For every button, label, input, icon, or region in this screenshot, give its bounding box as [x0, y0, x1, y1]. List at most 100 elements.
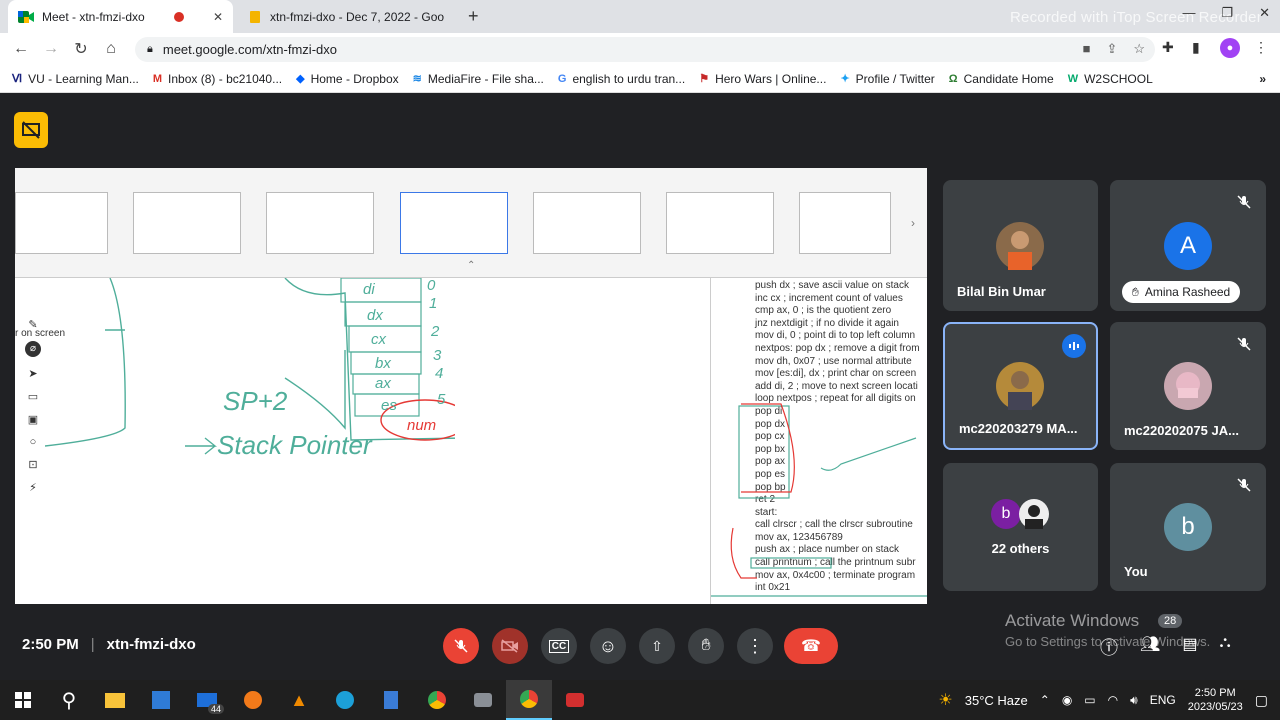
taskbar-edge[interactable]	[322, 680, 368, 720]
leave-call-button[interactable]: ☎︎	[784, 628, 838, 664]
taskbar-avast[interactable]	[230, 680, 276, 720]
language-indicator[interactable]: ENG	[1150, 693, 1176, 707]
tray-chevron-icon[interactable]: ⌃	[1040, 693, 1050, 707]
new-tab-button[interactable]: +	[468, 6, 479, 27]
taskbar-recorder[interactable]	[552, 680, 598, 720]
recorder-icon	[566, 693, 584, 707]
handwriting-sp: SP+2	[223, 386, 288, 416]
taskbar-chrome-active[interactable]	[506, 680, 552, 720]
bookmark-translate[interactable]: Genglish to urdu tran...	[558, 72, 685, 86]
notifications-icon[interactable]: ▢	[1255, 692, 1268, 709]
extensions-icon[interactable]: ✚	[1162, 39, 1174, 56]
slide-thumbnail[interactable]	[400, 192, 508, 254]
clock[interactable]: 2:50 PM 2023/05/23	[1188, 686, 1243, 714]
close-tab-icon[interactable]: ✕	[213, 10, 223, 24]
chat-icon[interactable]: ▤	[1182, 634, 1197, 660]
taskbar-vlc[interactable]: ▲	[276, 680, 322, 720]
slide-thumbnail[interactable]	[133, 192, 241, 254]
camera-app-icon	[474, 693, 492, 707]
reactions-button[interactable]: ☺	[590, 628, 626, 664]
volume-icon[interactable]: 🔊︎	[1130, 693, 1138, 708]
image-icon[interactable]: ▣	[28, 413, 38, 426]
slide-thumbnail[interactable]	[266, 192, 374, 254]
menu-icon[interactable]: ⋮	[1254, 39, 1268, 56]
taskbar-store[interactable]	[138, 680, 184, 720]
battery-icon[interactable]: ▭	[1084, 693, 1095, 707]
captions-button[interactable]: CC	[541, 628, 577, 664]
taskbar-calculator[interactable]	[368, 680, 414, 720]
restore-icon[interactable]: ❐	[1221, 5, 1233, 21]
more-bookmarks-icon[interactable]: »	[1259, 72, 1266, 86]
slide-thumbnail[interactable]	[15, 192, 108, 254]
circle-icon[interactable]: ○	[30, 436, 37, 448]
sidepanel-icon[interactable]: ▮	[1192, 39, 1200, 56]
bookmark-twitter[interactable]: ✦ Profile / Twitter	[840, 72, 934, 86]
bookmark-dropbox[interactable]: ◆ Home - Dropbox	[296, 72, 399, 86]
bookmark-candidate[interactable]: Ω Candidate Home	[949, 72, 1054, 86]
note-icon[interactable]: ▭	[28, 390, 38, 403]
mediafire-icon: ≋	[412, 73, 422, 85]
dropbox-icon: ◆	[296, 73, 305, 85]
participant-tile[interactable]: A ✋︎ Amina Rasheed	[1110, 180, 1266, 311]
participant-tile[interactable]: mc220202075 JA...	[1110, 322, 1266, 450]
back-icon[interactable]: ←	[6, 40, 36, 58]
taskbar-camera[interactable]	[460, 680, 506, 720]
tab-meet[interactable]: Meet - xtn-fmzi-dxo ✕	[8, 0, 233, 33]
share-icon[interactable]: ⇪	[1106, 41, 1117, 57]
participant-tile-others[interactable]: b 22 others	[943, 463, 1098, 591]
info-icon[interactable]: ⓘ	[1100, 634, 1118, 660]
profile-avatar[interactable]: ●	[1220, 38, 1240, 58]
start-button[interactable]	[0, 680, 46, 720]
bookmark-w2school[interactable]: W W2SCHOOL	[1068, 72, 1153, 86]
present-button[interactable]: ⇧	[639, 628, 675, 664]
mic-off-icon	[454, 639, 468, 653]
slide-thumbnail[interactable]	[799, 192, 891, 254]
taskbar-explorer[interactable]	[92, 680, 138, 720]
twitter-icon: ✦	[840, 73, 850, 85]
bookmark-inbox[interactable]: M Inbox (8) - bc21040...	[153, 72, 282, 86]
eraser-icon[interactable]: ⌀	[25, 341, 41, 357]
participant-photo	[996, 222, 1044, 270]
activities-icon[interactable]: ⛬	[1219, 634, 1230, 660]
wifi-icon[interactable]: ◠	[1108, 693, 1118, 707]
taskbar-chrome[interactable]	[414, 680, 460, 720]
taskbar-mail[interactable]: 44	[184, 680, 230, 720]
more-options-button[interactable]: ⋮	[737, 628, 773, 664]
raise-hand-button[interactable]: ✋︎	[688, 628, 724, 664]
presentation-indicator-button[interactable]	[14, 112, 48, 148]
pointer-icon[interactable]: ➤	[28, 367, 37, 380]
camera-toggle-button[interactable]	[492, 628, 528, 664]
close-window-icon[interactable]: ✕	[1259, 5, 1270, 21]
bookmark-vu[interactable]: Ⅵ VU - Learning Man...	[12, 72, 139, 86]
minimize-icon[interactable]: —	[1182, 5, 1195, 21]
bookmark-herowars[interactable]: ⚑ Hero Wars | Online...	[699, 72, 826, 86]
bookmark-star-icon[interactable]: ☆	[1133, 41, 1145, 57]
slide-thumbnail[interactable]	[533, 192, 641, 254]
store-icon	[152, 691, 170, 709]
forward-icon[interactable]: →	[36, 40, 66, 58]
laser-icon[interactable]: ⚡︎	[29, 481, 37, 494]
vlc-icon: ▲	[290, 689, 308, 710]
tab-recording[interactable]: xtn-fmzi-dxo - Dec 7, 2022 - Goo	[238, 0, 463, 33]
collapse-chevron-icon[interactable]: ⌃	[467, 260, 475, 271]
bookmark-mediafire[interactable]: ≋ MediaFire - File sha...	[413, 72, 544, 86]
stack-index: 2	[430, 323, 440, 340]
microphone-toggle-button[interactable]	[443, 628, 479, 664]
select-icon[interactable]: ⊡	[28, 458, 37, 471]
weather-text[interactable]: 35°C Haze	[965, 693, 1028, 708]
meet-tray-icon[interactable]: ◉	[1062, 693, 1072, 707]
search-button[interactable]: ⚲	[46, 680, 92, 720]
participant-tile[interactable]: Bilal Bin Umar	[943, 180, 1098, 311]
camera-icon[interactable]: ■	[1083, 41, 1091, 57]
url-field[interactable]: 🔒︎ meet.google.com/xtn-fmzi-dxo ■ ⇪ ☆	[135, 37, 1155, 62]
participant-tile-self[interactable]: b You	[1110, 463, 1266, 591]
slide-thumbnail[interactable]	[666, 192, 774, 254]
participant-tile[interactable]: mc220203279 MA...	[943, 322, 1098, 450]
participant-name: mc220202075 JA...	[1124, 423, 1239, 438]
reload-icon[interactable]: ↻	[66, 39, 96, 59]
filmstrip-next-icon[interactable]: ›	[911, 216, 915, 230]
people-icon[interactable]: 👥︎	[1140, 634, 1160, 660]
home-icon[interactable]: ⌂	[96, 40, 126, 58]
edge-icon	[336, 691, 354, 709]
whiteboard-drawing: di dx cx bx ax es num 0 1 2 3 4 5 SP+2 S…	[45, 278, 470, 460]
